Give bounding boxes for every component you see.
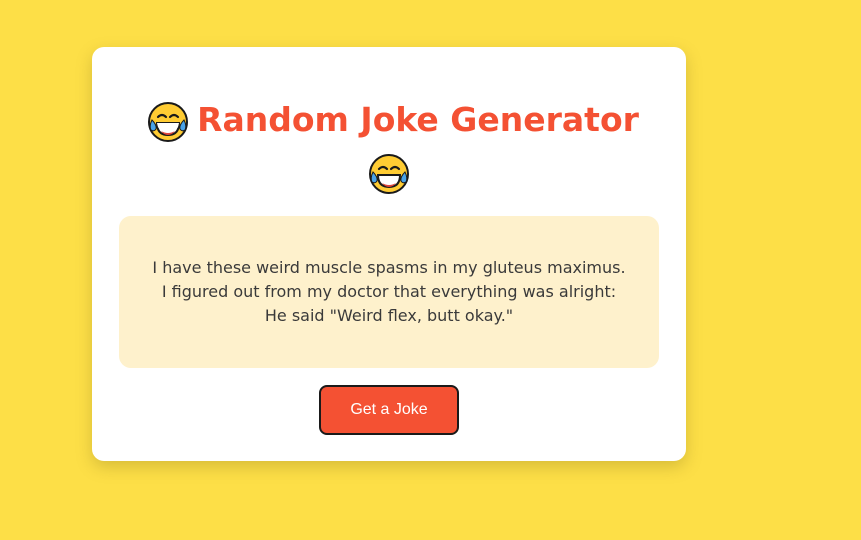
page-title: Random Joke Generator	[92, 99, 686, 194]
joke-display: I have these weird muscle spasms in my g…	[119, 216, 659, 368]
face-with-tears-of-joy-icon	[368, 153, 410, 195]
face-with-tears-of-joy-icon	[147, 101, 189, 143]
joke-card: Random Joke Generator I have these weird…	[92, 47, 686, 461]
get-joke-button[interactable]: Get a Joke	[319, 385, 459, 435]
joke-text: I have these weird muscle spasms in my g…	[152, 258, 626, 325]
title-text: Random Joke Generator	[197, 100, 639, 139]
